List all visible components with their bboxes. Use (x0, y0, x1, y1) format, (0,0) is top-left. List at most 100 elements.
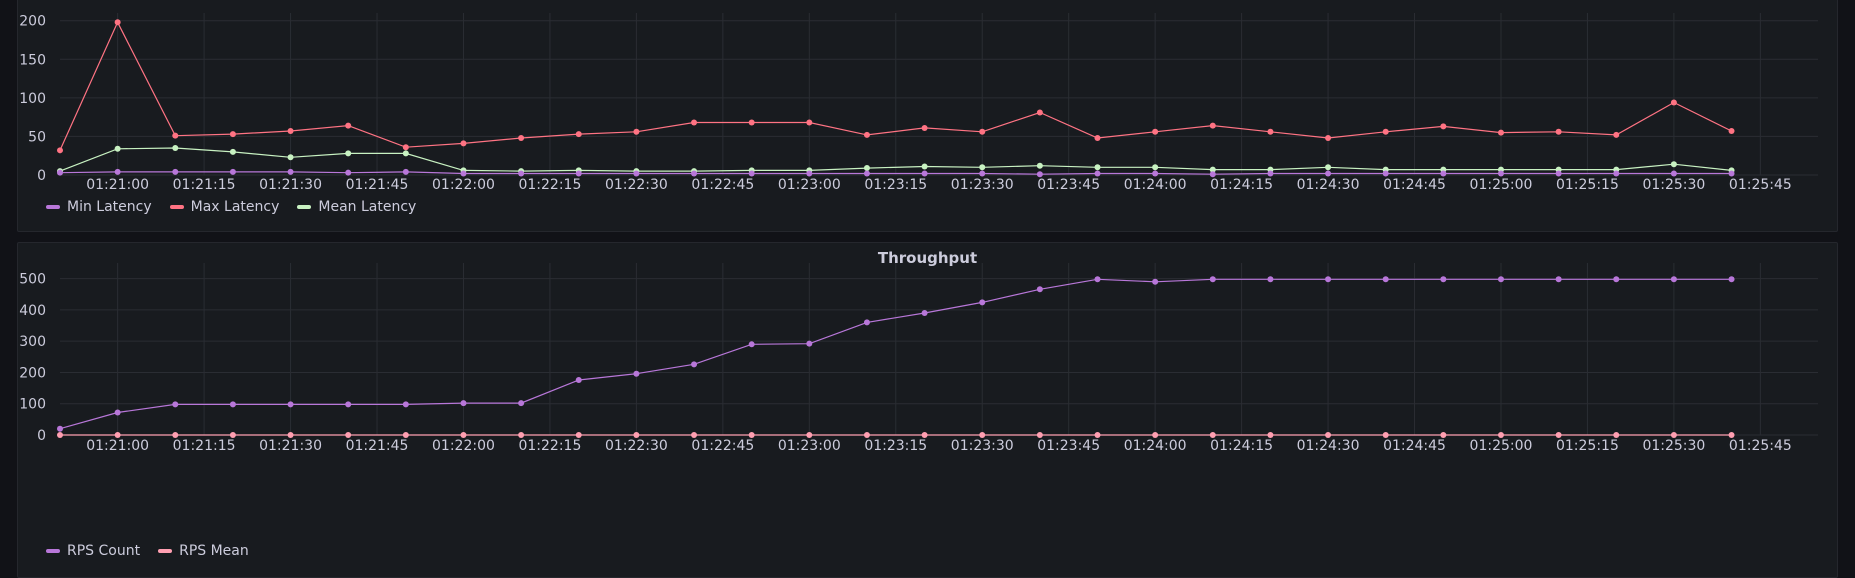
x-tick-label: 01:24:15 (1210, 177, 1273, 193)
x-tick-label: 01:25:30 (1642, 177, 1705, 193)
data-point-max-latency (1728, 128, 1735, 135)
data-point-rps-mean (748, 432, 755, 438)
x-tick-label: 01:23:30 (951, 438, 1014, 454)
data-point-rps-mean (1440, 432, 1447, 438)
data-point-rps-count (1440, 276, 1447, 283)
x-tick-label: 01:24:00 (1124, 177, 1187, 193)
data-point-mean-latency (402, 150, 409, 157)
x-tick-label: 01:21:15 (173, 177, 236, 193)
data-point-rps-mean (402, 432, 409, 438)
data-point-rps-mean (345, 432, 352, 438)
data-point-max-latency (806, 119, 813, 126)
data-point-max-latency (1613, 131, 1620, 138)
data-point-max-latency (1094, 134, 1101, 141)
legend-item-max-latency[interactable]: Max Latency (169, 199, 279, 215)
data-point-rps-count (748, 341, 755, 348)
x-tick-label: 01:21:00 (86, 438, 149, 454)
data-point-rps-count (633, 370, 640, 377)
legend-item-rps-count[interactable]: RPS Count (46, 543, 140, 559)
legend-swatch (46, 549, 60, 553)
data-point-mean-latency (1325, 164, 1332, 171)
data-point-mean-latency (1036, 162, 1043, 169)
data-point-rps-mean (1267, 432, 1274, 438)
data-point-mean-latency (863, 165, 870, 172)
data-point-rps-count (518, 400, 525, 407)
data-point-rps-mean (691, 432, 698, 438)
data-point-rps-count (1555, 276, 1562, 283)
x-tick-label: 01:24:00 (1124, 438, 1187, 454)
throughput-chart: 0 100 200 300 400 500 01:21:00 01:21:15 01:21:30… (19, 263, 1818, 454)
y-tick-label: 200 (19, 14, 46, 30)
data-point-mean-latency (1152, 164, 1159, 171)
data-point-mean-latency (345, 150, 352, 157)
data-point-rps-count (1728, 276, 1735, 283)
x-tick-label: 01:25:45 (1729, 438, 1792, 454)
data-point-min-latency (518, 170, 525, 177)
x-tick-label: 01:23:45 (1037, 438, 1100, 454)
data-point-max-latency (57, 147, 63, 154)
x-tick-label: 01:24:45 (1383, 177, 1446, 193)
y-tick-label: 300 (19, 334, 46, 350)
data-point-mean-latency (114, 145, 121, 152)
x-tick-label: 01:21:45 (346, 438, 409, 454)
data-point-max-latency (1152, 128, 1159, 135)
data-point-rps-mean (1325, 432, 1332, 438)
data-point-rps-mean (1497, 432, 1504, 438)
data-point-max-latency (1382, 128, 1389, 135)
data-point-max-latency (1267, 128, 1274, 135)
data-point-max-latency (1670, 99, 1677, 106)
data-point-max-latency (575, 131, 582, 138)
data-point-max-latency (1555, 128, 1562, 135)
legend-label: RPS Mean (179, 543, 249, 559)
legend-item-mean-latency[interactable]: Mean Latency (297, 199, 416, 215)
data-point-rps-mean (1670, 432, 1677, 438)
data-point-min-latency (460, 170, 467, 177)
data-point-min-latency (1267, 170, 1274, 177)
data-point-max-latency (460, 140, 467, 147)
throughput-panel: Throughput 0 100 200 300 400 500 01:21:00 01:21… (17, 242, 1838, 578)
data-point-min-latency (575, 170, 582, 177)
data-point-rps-count (863, 319, 870, 326)
x-tick-label: 01:24:15 (1210, 438, 1273, 454)
data-point-max-latency (1440, 123, 1447, 130)
data-point-rps-count (114, 409, 121, 416)
y-tick-label: 100 (19, 91, 46, 107)
data-point-rps-count (979, 299, 986, 306)
data-point-mean-latency (172, 145, 179, 151)
data-point-rps-mean (633, 432, 640, 438)
legend-swatch (46, 205, 60, 209)
data-point-rps-mean (114, 432, 121, 438)
x-tick-label: 01:25:30 (1642, 438, 1705, 454)
data-point-max-latency (114, 19, 121, 26)
data-point-min-latency (1325, 170, 1332, 177)
data-point-min-latency (1613, 170, 1620, 177)
data-point-rps-count (460, 400, 467, 407)
data-point-min-latency (1670, 170, 1677, 177)
x-tick-label: 01:22:00 (432, 438, 495, 454)
legend-item-rps-mean[interactable]: RPS Mean (158, 543, 249, 559)
data-point-min-latency (402, 168, 409, 175)
y-tick-label: 500 (19, 272, 46, 288)
data-point-rps-mean (1152, 432, 1159, 438)
x-tick-label: 01:23:45 (1037, 177, 1100, 193)
x-tick-label: 01:23:00 (778, 177, 841, 193)
data-point-rps-count (402, 401, 409, 408)
x-tick-label: 01:25:15 (1556, 177, 1619, 193)
x-tick-label: 01:24:30 (1297, 438, 1360, 454)
data-point-min-latency (1728, 170, 1735, 177)
y-tick-label: 0 (37, 168, 46, 184)
data-point-rps-mean (57, 432, 63, 438)
data-point-max-latency (172, 132, 179, 139)
legend-item-min-latency[interactable]: Min Latency (46, 199, 152, 215)
data-point-rps-mean (806, 432, 813, 438)
data-point-max-latency (1036, 109, 1043, 116)
data-point-rps-mean (1555, 432, 1562, 438)
legend-swatch (158, 549, 173, 553)
data-point-rps-mean (518, 432, 525, 438)
data-point-max-latency (748, 119, 755, 126)
data-point-min-latency (921, 170, 928, 177)
data-point-max-latency (1497, 129, 1504, 136)
data-point-max-latency (287, 128, 294, 135)
data-point-min-latency (229, 168, 236, 175)
data-point-rps-mean (229, 432, 236, 438)
